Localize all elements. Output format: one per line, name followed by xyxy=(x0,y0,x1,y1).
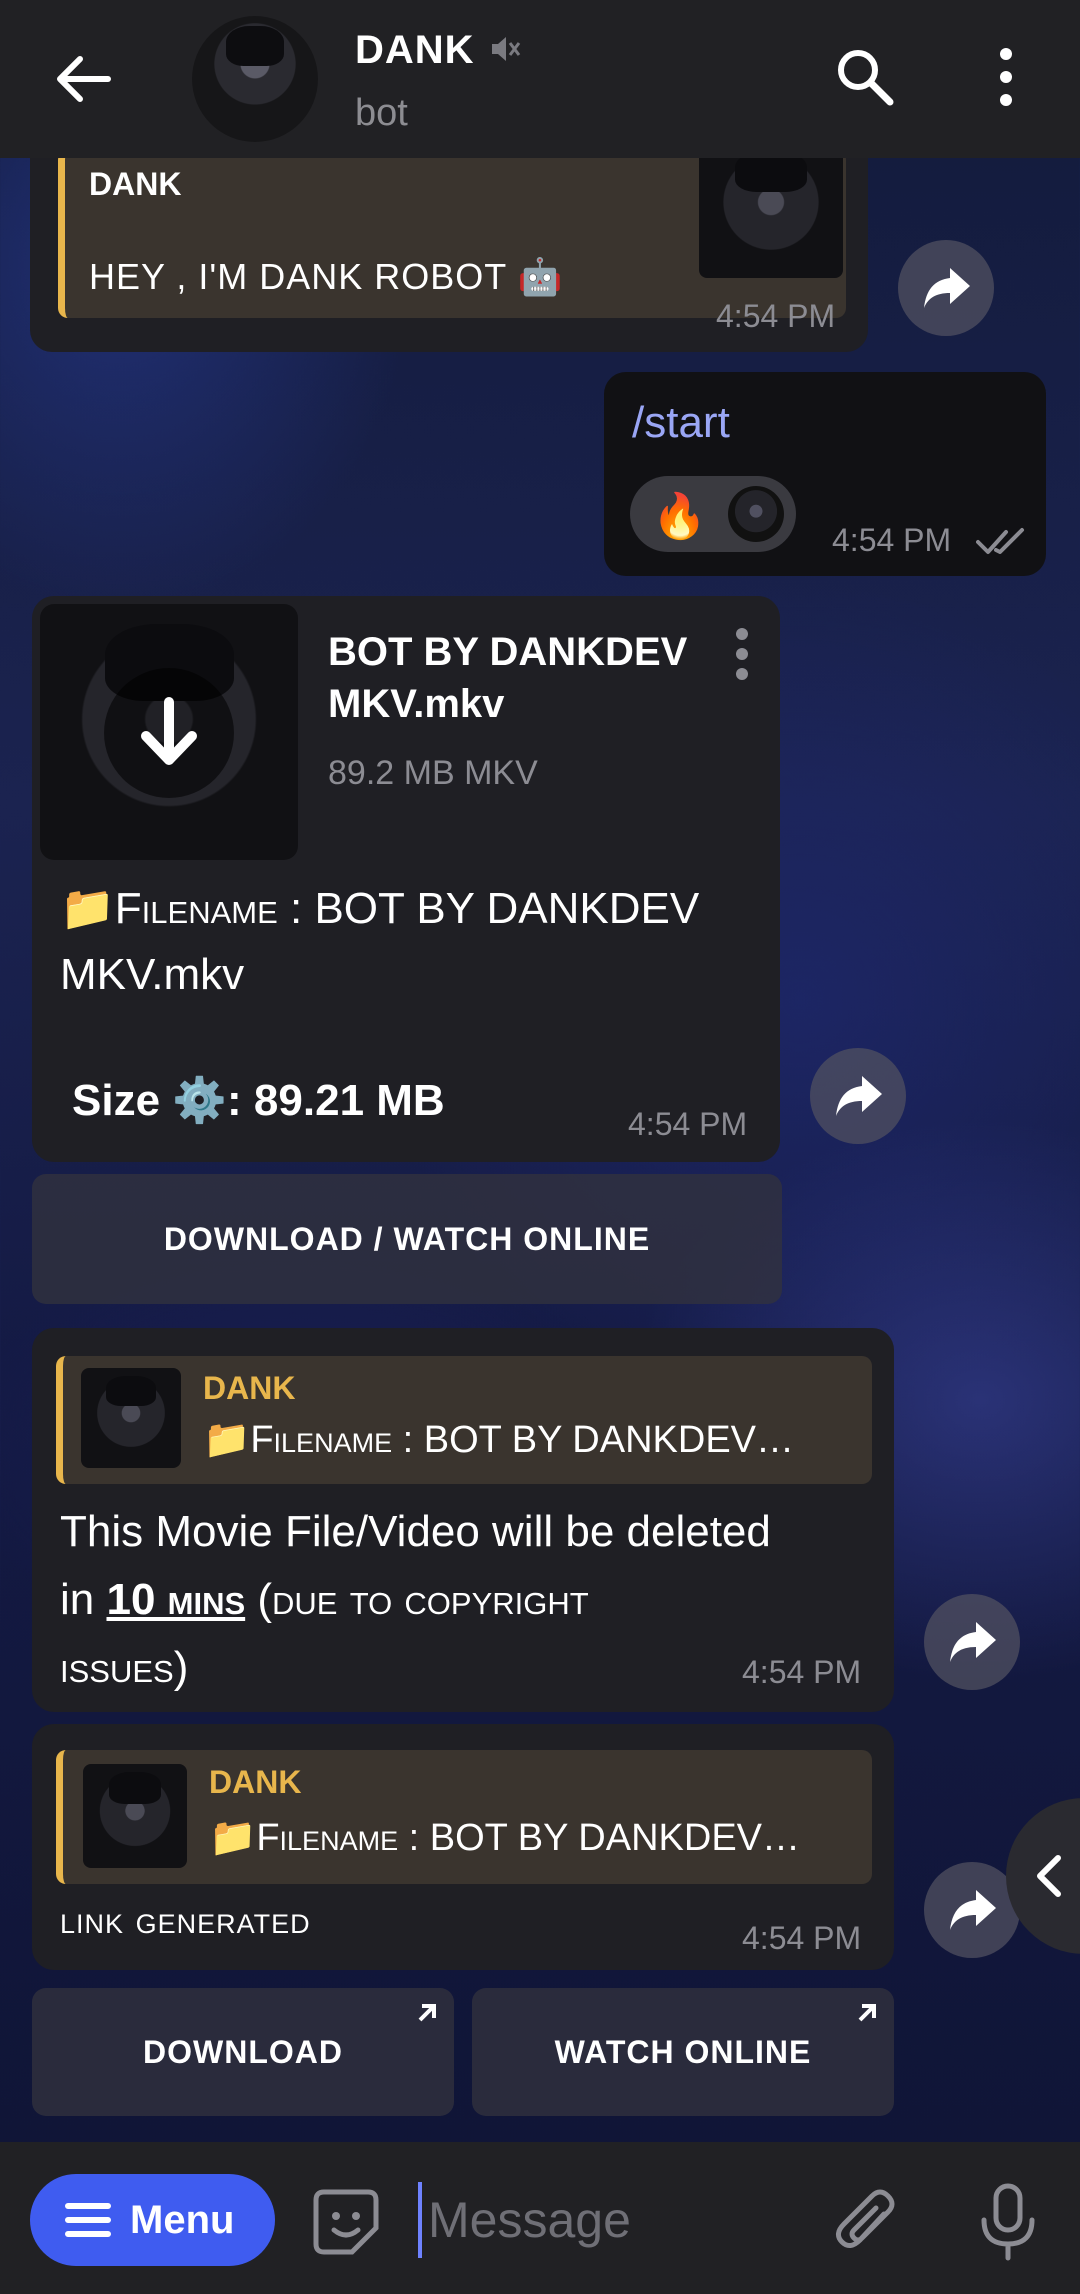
quote-text: 📁Filename : BOT BY DANKDEV… xyxy=(203,1418,794,1462)
message-link[interactable]: DANK 📁Filename : BOT BY DANKDEV… link ge… xyxy=(32,1724,894,1970)
link-text: link generated xyxy=(60,1900,311,1942)
download-watch-online-button[interactable]: DOWNLOAD / WATCH ONLINE xyxy=(32,1174,782,1304)
quote-value: : BOT BY DANKDEV… xyxy=(392,1419,795,1461)
message-time: 4:54 PM xyxy=(832,522,952,558)
quote-sender: DANK xyxy=(209,1764,302,1800)
menu-label: Menu xyxy=(130,2197,235,2242)
quote-thumbnail xyxy=(699,140,843,278)
reaction-emoji: 🔥 xyxy=(652,492,707,541)
composer-bar: Menu xyxy=(0,2142,1080,2294)
chat-header: DANK bot xyxy=(0,0,1080,158)
more-vertical-icon[interactable] xyxy=(984,44,1028,110)
message-outgoing[interactable]: /start 🔥 4:54 PM xyxy=(604,372,1046,576)
warning-rest: (due to copyright xyxy=(245,1575,589,1624)
microphone-icon[interactable] xyxy=(978,2182,1038,2262)
message-time: 4:54 PM xyxy=(628,1106,748,1142)
watch-online-button-label: WATCH ONLINE xyxy=(554,2033,812,2070)
forward-button[interactable] xyxy=(924,1594,1020,1690)
sticker-icon[interactable] xyxy=(310,2186,382,2258)
file-caption: 📁Filename : BOT BY DANKDEV MKV.mkv xyxy=(60,876,780,1008)
quote-thumbnail xyxy=(81,1368,181,1468)
menu-button[interactable]: Menu xyxy=(30,2174,275,2266)
external-link-icon xyxy=(858,2004,876,2022)
quote-sender: DANK xyxy=(203,1370,296,1406)
quote-text: 📁Filename : BOT BY DANKDEV… xyxy=(209,1816,800,1860)
warning-prefix: in xyxy=(60,1575,107,1624)
back-arrow-icon[interactable] xyxy=(48,44,118,114)
forward-button[interactable] xyxy=(810,1048,906,1144)
paperclip-icon[interactable] xyxy=(832,2184,902,2260)
warning-line-1: This Movie File/Video will be deleted xyxy=(60,1507,771,1556)
quote-value: : BOT BY DANKDEV… xyxy=(398,1817,801,1859)
quoted-message[interactable]: DANK 📁Filename : BOT BY DANKDEV… xyxy=(56,1750,872,1884)
hamburger-icon xyxy=(65,2203,111,2237)
message-time: 4:54 PM xyxy=(716,298,836,334)
quote-label: Filename xyxy=(250,1419,393,1461)
message-warning[interactable]: DANK 📁Filename : BOT BY DANKDEV… This Mo… xyxy=(32,1328,894,1712)
download-button[interactable]: DOWNLOAD xyxy=(32,1988,454,2116)
quote-label: Filename xyxy=(256,1817,399,1859)
more-vertical-icon[interactable] xyxy=(732,626,752,687)
warning-line-2: in 10 mins (due to copyright xyxy=(60,1566,880,1634)
reactor-avatar xyxy=(728,486,784,542)
external-link-icon xyxy=(418,2004,436,2022)
muted-speaker-icon xyxy=(488,32,522,66)
double-check-icon xyxy=(976,526,1028,563)
quote-sender: DANK xyxy=(89,166,182,202)
folder-icon: 📁 xyxy=(203,1419,251,1461)
file-thumbnail[interactable] xyxy=(40,604,298,860)
caption-label: Filename xyxy=(114,884,278,933)
forward-button[interactable] xyxy=(898,240,994,336)
chat-avatar[interactable] xyxy=(192,16,318,142)
search-icon[interactable] xyxy=(832,44,898,110)
chat-subtitle: bot xyxy=(355,92,408,134)
message-time: 4:54 PM xyxy=(742,1654,862,1690)
file-title: BOT BY DANKDEV MKV.mkv xyxy=(328,630,688,726)
watch-online-button[interactable]: WATCH ONLINE xyxy=(472,1988,894,2116)
quoted-message[interactable]: DANK 📁Filename : BOT BY DANKDEV… xyxy=(56,1356,872,1484)
download-button-label: DOWNLOAD xyxy=(143,2033,343,2070)
side-panel-tab[interactable] xyxy=(1006,1798,1080,1954)
quote-text: HEY , I'M DANK ROBOT 🤖 xyxy=(89,256,564,297)
message-file[interactable]: BOT BY DANKDEV MKV.mkv 89.2 MB MKV 📁File… xyxy=(32,596,780,1162)
folder-icon: 📁 xyxy=(209,1817,257,1859)
download-icon[interactable] xyxy=(104,668,234,798)
folder-icon: 📁 xyxy=(60,884,115,933)
reaction-chip[interactable]: 🔥 xyxy=(630,476,796,552)
quote-thumbnail xyxy=(83,1764,187,1868)
file-meta: 89.2 MB MKV xyxy=(328,754,538,792)
message-input[interactable] xyxy=(418,2182,798,2258)
quoted-message[interactable]: DANK HEY , I'M DANK ROBOT 🤖 xyxy=(58,140,846,318)
chat-title[interactable]: DANK xyxy=(355,28,475,73)
file-size: Size ⚙️: 89.21 MB xyxy=(72,1076,445,1125)
message-time: 4:54 PM xyxy=(742,1920,862,1956)
command-text[interactable]: /start xyxy=(632,398,730,448)
duration-link[interactable]: 10 mins xyxy=(106,1575,245,1624)
